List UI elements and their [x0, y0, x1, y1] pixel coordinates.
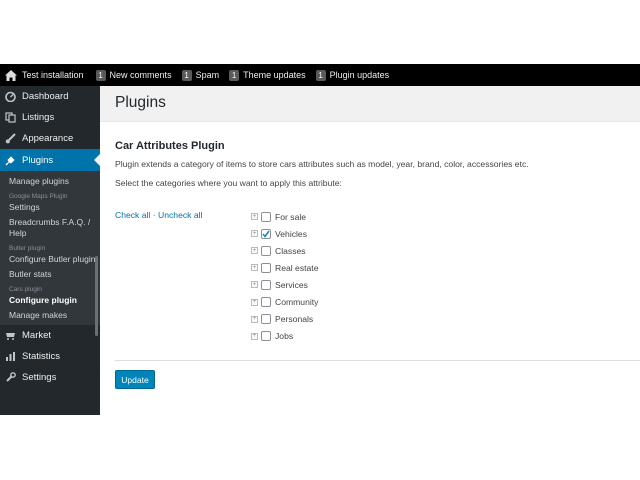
- category-checkbox[interactable]: [261, 331, 271, 342]
- admin-bar-label: New comments: [109, 70, 172, 80]
- admin-bar: Test installation 1 New comments 1 Spam …: [0, 64, 640, 86]
- cart-icon: [5, 330, 16, 341]
- submenu-group-google-maps: Google Maps Plugin: [9, 193, 68, 200]
- count-badge: 1: [95, 69, 106, 81]
- submenu-configure-plugin[interactable]: Configure plugin: [0, 295, 100, 306]
- count-badge: 1: [229, 69, 240, 81]
- admin-sidebar: Dashboard Listings Appearance Plugins Ma…: [0, 86, 100, 415]
- category-checkbox[interactable]: [261, 314, 271, 325]
- submenu-manage-makes[interactable]: Manage makes: [0, 310, 100, 321]
- expand-icon[interactable]: +: [251, 281, 258, 289]
- category-row: + Real estate: [251, 259, 318, 276]
- submenu-manage-plugins[interactable]: Manage plugins: [0, 176, 100, 187]
- page-title: Plugins: [115, 94, 166, 111]
- admin-bar-theme-updates[interactable]: 1 Theme updates: [225, 64, 310, 86]
- plugins-submenu: Manage plugins Google Maps Plugin Settin…: [0, 171, 100, 325]
- home-icon: [5, 69, 17, 81]
- menu-item-listings[interactable]: Listings: [0, 107, 100, 128]
- submenu-group-butler: Butler plugin: [9, 245, 46, 252]
- category-label: Vehicles: [275, 228, 308, 239]
- expand-icon[interactable]: +: [251, 332, 258, 340]
- category-checkbox[interactable]: [261, 228, 271, 239]
- plugin-heading: Car Attributes Plugin: [115, 140, 225, 152]
- update-button[interactable]: Update: [115, 370, 155, 389]
- admin-bar-plugin-updates[interactable]: 1 Plugin updates: [312, 64, 394, 86]
- expand-icon[interactable]: +: [251, 264, 258, 272]
- plug-icon: [5, 155, 16, 166]
- menu-item-statistics[interactable]: Statistics: [0, 346, 100, 367]
- plugin-settings-card: Car Attributes Plugin Plugin extends a c…: [100, 121, 640, 415]
- expand-icon[interactable]: +: [251, 298, 258, 306]
- submenu-configure-butler[interactable]: Configure Butler plugin: [0, 254, 100, 265]
- category-checkbox[interactable]: [261, 279, 271, 290]
- paintbrush-icon: [5, 133, 16, 144]
- admin-bar-spam[interactable]: 1 Spam: [178, 64, 224, 86]
- category-checkbox[interactable]: [261, 297, 271, 308]
- count-badge: 1: [181, 69, 192, 81]
- submenu-breadcrumbs-faq[interactable]: Breadcrumbs F.A.Q. / Help: [0, 217, 100, 239]
- check-all-link[interactable]: Check all: [115, 210, 150, 220]
- category-row: + Jobs: [251, 328, 318, 345]
- menu-label: Statistics: [22, 351, 61, 362]
- dashboard-icon: [5, 91, 16, 102]
- count-badge: 1: [315, 69, 326, 81]
- admin-bar-label: Theme updates: [243, 70, 306, 80]
- site-name: Test installation: [22, 70, 84, 80]
- menu-item-appearance[interactable]: Appearance: [0, 128, 100, 149]
- category-label: Classes: [275, 245, 306, 256]
- menu-label: Settings: [22, 372, 57, 383]
- category-row: + For sale: [251, 208, 318, 225]
- category-row: + Vehicles: [251, 225, 318, 242]
- category-tree: + For sale + Vehicles + Classes + Real e…: [251, 208, 318, 345]
- admin-bar-label: Plugin updates: [329, 70, 390, 80]
- expand-icon[interactable]: +: [251, 213, 258, 221]
- wp-admin-window: Test installation 1 New comments 1 Spam …: [0, 64, 640, 415]
- expand-icon[interactable]: +: [251, 315, 258, 323]
- admin-bar-new-comments[interactable]: 1 New comments: [92, 64, 176, 86]
- category-label: Services: [275, 279, 308, 290]
- menu-label: Dashboard: [22, 91, 69, 102]
- checkmark-icon: [262, 230, 270, 238]
- category-label: Personals: [275, 314, 314, 325]
- category-row: + Classes: [251, 242, 318, 259]
- category-label: Community: [275, 297, 319, 308]
- listings-icon: [5, 112, 16, 123]
- plugin-instruction: Select the categories where you want to …: [115, 178, 342, 188]
- wrench-icon: [5, 372, 16, 383]
- submenu-butler-stats[interactable]: Butler stats: [0, 269, 100, 280]
- category-row: + Services: [251, 276, 318, 293]
- category-checkbox[interactable]: [261, 262, 271, 273]
- menu-item-settings[interactable]: Settings: [0, 367, 100, 388]
- menu-label: Plugins: [22, 154, 54, 166]
- menu-label: Appearance: [22, 133, 74, 144]
- menu-label: Market: [22, 330, 52, 341]
- admin-bar-label: Spam: [195, 70, 220, 80]
- bar-chart-icon: [5, 351, 16, 362]
- category-checkbox[interactable]: [261, 211, 271, 222]
- expand-icon[interactable]: +: [251, 230, 258, 238]
- admin-bar-site[interactable]: Test installation: [0, 64, 88, 86]
- menu-item-dashboard[interactable]: Dashboard: [0, 86, 100, 107]
- menu-item-plugins[interactable]: Plugins: [0, 149, 100, 171]
- sidebar-scrollbar[interactable]: [95, 256, 98, 336]
- category-row: + Personals: [251, 311, 318, 328]
- check-links: Check all · Uncheck all: [115, 210, 202, 220]
- plugin-description: Plugin extends a category of items to st…: [115, 159, 529, 169]
- link-separator: ·: [152, 210, 156, 220]
- category-label: For sale: [275, 211, 307, 222]
- menu-label: Listings: [22, 112, 55, 123]
- category-checkbox[interactable]: [261, 245, 271, 256]
- uncheck-all-link[interactable]: Uncheck all: [158, 210, 202, 220]
- menu-item-market[interactable]: Market: [0, 325, 100, 346]
- category-label: Jobs: [275, 331, 294, 342]
- category-row: + Community: [251, 293, 318, 310]
- category-label: Real estate: [275, 262, 319, 273]
- expand-icon[interactable]: +: [251, 247, 258, 255]
- submenu-group-cars: Cars plugin: [9, 286, 42, 293]
- submenu-google-maps-settings[interactable]: Settings: [0, 202, 100, 213]
- divider: [115, 360, 640, 361]
